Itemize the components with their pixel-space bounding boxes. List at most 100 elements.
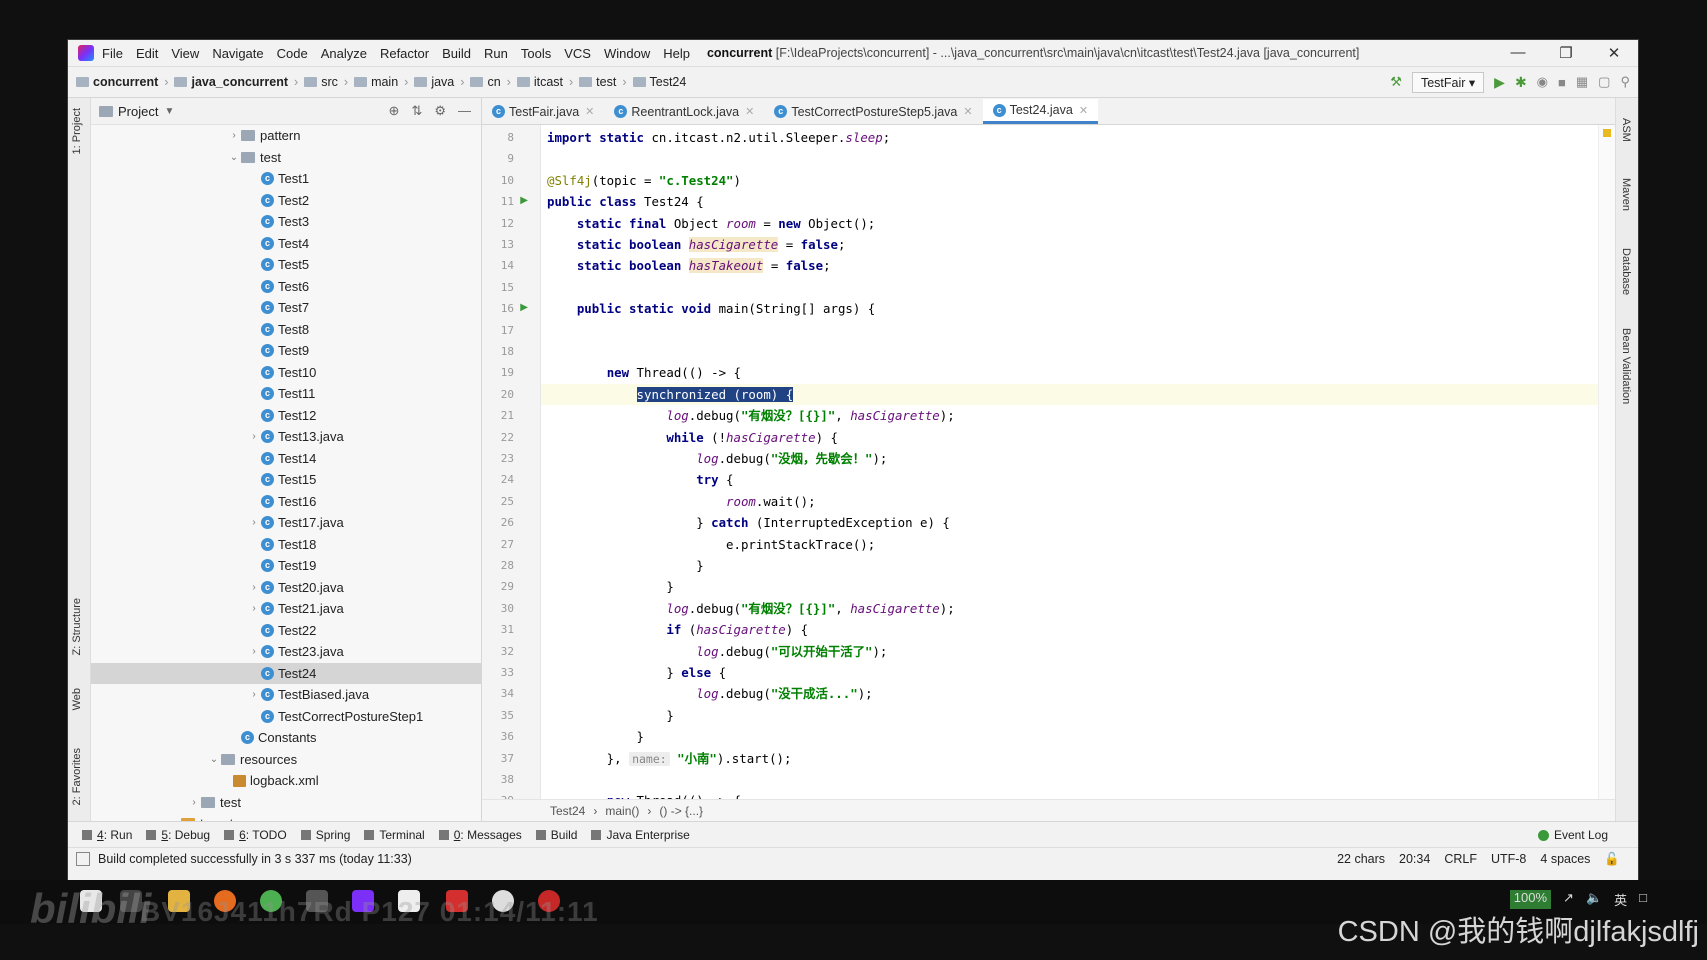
search-icon[interactable]: ⚲ bbox=[1620, 74, 1630, 90]
close-tab-icon[interactable]: ✕ bbox=[745, 105, 754, 118]
stop-icon[interactable]: ■ bbox=[1558, 75, 1566, 90]
hide-icon[interactable]: — bbox=[458, 103, 471, 119]
editor-tab[interactable]: c TestFair.java ✕ bbox=[482, 99, 604, 124]
run-icon[interactable]: ▶ bbox=[1494, 74, 1505, 91]
editor-breadcrumb-item[interactable]: () -> {...} bbox=[659, 804, 703, 818]
code-line[interactable]: } bbox=[541, 555, 1615, 576]
code-line[interactable]: log.debug("没烟，先歇会！"); bbox=[541, 448, 1615, 469]
menu-view[interactable]: View bbox=[171, 46, 199, 61]
tool-window-terminal[interactable]: Terminal bbox=[364, 828, 425, 842]
line-separator[interactable]: CRLF bbox=[1444, 852, 1477, 867]
code-line[interactable]: static final Object room = new Object(); bbox=[541, 213, 1615, 234]
tree-node[interactable]: c Test6 bbox=[91, 276, 481, 298]
status-toggle-icon[interactable] bbox=[76, 852, 90, 866]
run-gutter-icon[interactable]: ▶ bbox=[520, 302, 528, 313]
close-icon[interactable]: ✕ bbox=[1590, 44, 1638, 62]
menu-refactor[interactable]: Refactor bbox=[380, 46, 429, 61]
breadcrumb-item[interactable]: concurrent › bbox=[76, 75, 168, 89]
tree-node[interactable]: › c Test21.java bbox=[91, 598, 481, 620]
code-line[interactable]: log.debug("可以开始干活了"); bbox=[541, 641, 1615, 662]
breadcrumb-item[interactable]: cn › bbox=[470, 75, 511, 89]
tree-node[interactable]: c Test9 bbox=[91, 340, 481, 362]
tree-node[interactable]: › c Test23.java bbox=[91, 641, 481, 663]
tree-node[interactable]: c Test10 bbox=[91, 362, 481, 384]
code-line[interactable] bbox=[541, 148, 1615, 169]
code-line[interactable]: }, name: "小南").start(); bbox=[541, 748, 1615, 769]
restore-icon[interactable]: ❐ bbox=[1542, 44, 1590, 62]
menu-vcs[interactable]: VCS bbox=[564, 46, 591, 61]
indent-setting[interactable]: 4 spaces bbox=[1540, 852, 1590, 867]
favorites-tool-tab[interactable]: 2: Favorites bbox=[71, 748, 83, 805]
code-line[interactable]: log.debug("有烟没？[{}]", hasCigarette); bbox=[541, 405, 1615, 426]
locate-icon[interactable]: ⊕ bbox=[389, 103, 400, 119]
tree-node[interactable]: c Test3 bbox=[91, 211, 481, 233]
code-line[interactable] bbox=[541, 277, 1615, 298]
tool-window-debug[interactable]: 5: Debug bbox=[146, 828, 210, 842]
database-tool-tab[interactable]: Database bbox=[1620, 248, 1632, 295]
web-tool-tab[interactable]: Web bbox=[71, 688, 83, 710]
project-panel-title[interactable]: Project bbox=[118, 104, 158, 119]
chevron-right-icon[interactable]: › bbox=[187, 797, 201, 808]
gear-icon[interactable]: ⚙ bbox=[434, 103, 446, 119]
editor-tab[interactable]: c TestCorrectPostureStep5.java ✕ bbox=[764, 99, 982, 124]
editor-breadcrumb-item[interactable]: Test24 bbox=[550, 804, 585, 818]
code-line[interactable]: @Slf4j(topic = "c.Test24") bbox=[541, 170, 1615, 191]
tool-window-javaenterprise[interactable]: Java Enterprise bbox=[591, 828, 690, 842]
menu-code[interactable]: Code bbox=[277, 46, 308, 61]
event-log-button[interactable]: Event Log bbox=[1537, 828, 1608, 842]
tree-node[interactable]: › test bbox=[91, 792, 481, 814]
tree-node[interactable]: c Test18 bbox=[91, 534, 481, 556]
network-icon[interactable]: ↗ bbox=[1563, 890, 1574, 909]
breadcrumb-item[interactable]: main › bbox=[354, 75, 408, 89]
collapse-all-icon[interactable]: ⇅ bbox=[411, 103, 422, 119]
close-tab-icon[interactable]: ✕ bbox=[585, 105, 594, 118]
code-line[interactable]: static boolean hasCigarette = false; bbox=[541, 234, 1615, 255]
tree-node[interactable]: c Test8 bbox=[91, 319, 481, 341]
file-encoding[interactable]: UTF-8 bbox=[1491, 852, 1526, 867]
menu-run[interactable]: Run bbox=[484, 46, 508, 61]
volume-icon[interactable]: 🔈 bbox=[1586, 890, 1602, 909]
input-language[interactable]: 英 bbox=[1614, 890, 1627, 909]
code-line[interactable]: public class Test24 { bbox=[541, 191, 1615, 212]
tree-node[interactable]: c Test1 bbox=[91, 168, 481, 190]
code-line[interactable]: if (hasCigarette) { bbox=[541, 619, 1615, 640]
editor-breadcrumb-item[interactable]: main() bbox=[605, 804, 639, 818]
menu-edit[interactable]: Edit bbox=[136, 46, 158, 61]
tree-node[interactable]: › c Test17.java bbox=[91, 512, 481, 534]
menu-analyze[interactable]: Analyze bbox=[321, 46, 367, 61]
code-line[interactable]: room.wait(); bbox=[541, 491, 1615, 512]
maven-tool-tab[interactable]: Maven bbox=[1620, 178, 1632, 211]
code-line[interactable]: synchronized (room) { bbox=[541, 383, 1615, 406]
tree-node[interactable]: c Test15 bbox=[91, 469, 481, 491]
code-line[interactable]: log.debug("有烟没？[{}]", hasCigarette); bbox=[541, 598, 1615, 619]
structure-tool-tab[interactable]: Z: Structure bbox=[71, 598, 83, 655]
code-line[interactable]: static boolean hasTakeout = false; bbox=[541, 255, 1615, 276]
bean-validation-tool-tab[interactable]: Bean Validation bbox=[1620, 328, 1632, 404]
menu-help[interactable]: Help bbox=[663, 46, 690, 61]
breadcrumb-item[interactable]: java › bbox=[414, 75, 464, 89]
menu-file[interactable]: File bbox=[102, 46, 123, 61]
menu-navigate[interactable]: Navigate bbox=[212, 46, 263, 61]
menu-build[interactable]: Build bbox=[442, 46, 471, 61]
close-tab-icon[interactable]: ✕ bbox=[963, 105, 972, 118]
menu-window[interactable]: Window bbox=[604, 46, 650, 61]
tree-node[interactable]: › c Test20.java bbox=[91, 577, 481, 599]
code-line[interactable]: } bbox=[541, 726, 1615, 747]
chevron-down-icon[interactable]: ⌄ bbox=[227, 152, 241, 163]
tree-node[interactable]: ⌄ test bbox=[91, 147, 481, 169]
code-line[interactable]: new Thread(() -> { bbox=[541, 362, 1615, 383]
breadcrumb-item[interactable]: src › bbox=[304, 75, 348, 89]
tree-node[interactable]: c Test24 bbox=[91, 662, 481, 684]
tree-node[interactable]: c Test14 bbox=[91, 448, 481, 470]
notifications-icon[interactable]: □ bbox=[1639, 890, 1647, 909]
tool-window-messages[interactable]: 0: Messages bbox=[438, 828, 522, 842]
tree-node[interactable]: › c Test13.java bbox=[91, 426, 481, 448]
layout-icon[interactable]: ▢ bbox=[1598, 74, 1610, 90]
chevron-right-icon[interactable]: › bbox=[247, 431, 261, 442]
caret-position[interactable]: 20:34 bbox=[1399, 852, 1430, 867]
project-tool-tab[interactable]: 1: Project bbox=[71, 108, 83, 154]
chevron-right-icon[interactable]: › bbox=[247, 603, 261, 614]
tree-node[interactable]: › c TestBiased.java bbox=[91, 684, 481, 706]
chevron-down-icon[interactable]: ▼ bbox=[164, 106, 174, 117]
code-line[interactable]: public static void main(String[] args) { bbox=[541, 298, 1615, 319]
